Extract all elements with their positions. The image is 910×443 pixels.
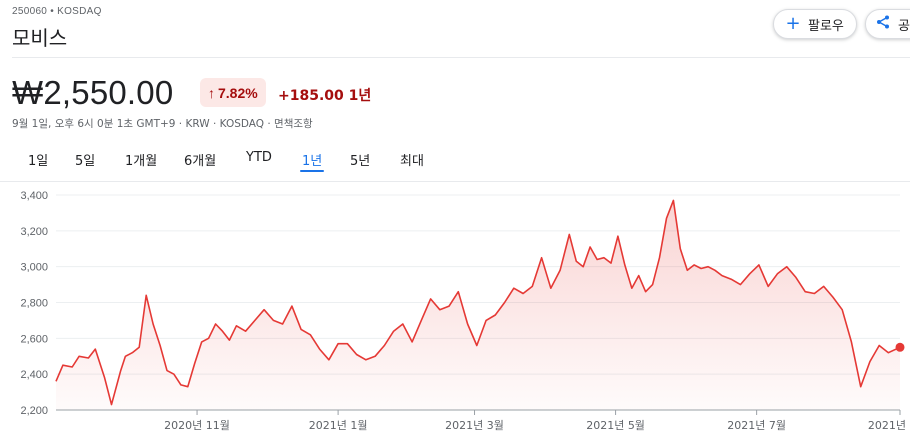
x-tick-label: 2021년 7월 [727, 419, 786, 432]
range-tab-max[interactable]: 최대 [400, 150, 424, 169]
y-tick-label: 3,400 [20, 190, 48, 202]
y-tick-label: 2,400 [20, 369, 48, 381]
current-price: ₩2,550.00 [12, 74, 174, 111]
stock-name: 모비스 [12, 26, 68, 50]
share-label: 공유 [898, 18, 910, 34]
y-tick-label: 2,200 [20, 405, 48, 417]
current-price-dot [895, 342, 905, 352]
price-chart[interactable]: 3,400 3,200 3,000 2,800 2,600 2,400 2,200 2020… [0, 182, 910, 443]
y-tick-label: 3,000 [20, 262, 48, 274]
x-tick-label: 2021년 5월 [586, 419, 645, 432]
x-tick-label: 2021년 1월 [309, 419, 368, 432]
share-icon [874, 14, 892, 34]
x-tick-label: 2021년 [868, 419, 906, 432]
range-tab-1y[interactable]: 1년 [299, 150, 325, 172]
x-tick-label: 2020년 11월 [164, 419, 230, 432]
share-button[interactable]: 공유 [865, 9, 910, 39]
y-tick-label: 2,600 [20, 333, 48, 345]
range-tab-5d[interactable]: 5일 [75, 150, 95, 169]
change-percent-badge: ↑ 7.82% [200, 78, 266, 107]
x-tick-label: 2021년 3월 [445, 419, 504, 432]
range-tab-6m[interactable]: 6개월 [184, 150, 216, 169]
follow-button[interactable]: + 팔로우 [773, 9, 857, 39]
range-tab-5y[interactable]: 5년 [350, 150, 370, 169]
plus-icon: + [785, 13, 801, 34]
range-tab-1m[interactable]: 1개월 [125, 150, 157, 169]
follow-label: 팔로우 [808, 18, 844, 34]
range-tab-1d[interactable]: 1일 [28, 150, 48, 169]
ticker-label: 250060 • KOSDAQ [12, 6, 102, 17]
price-area [56, 200, 900, 410]
header-divider [12, 57, 910, 58]
quote-meta: 9월 1일, 오후 6시 0분 1초 GMT+9 · KRW · KOSDAQ … [12, 118, 313, 130]
y-tick-label: 3,200 [20, 226, 48, 238]
arrow-up-icon: ↑ [208, 84, 215, 101]
change-percent: 7.82% [218, 84, 258, 101]
y-tick-label: 2,800 [20, 298, 48, 310]
change-absolute: +185.00 1년 [278, 88, 372, 104]
range-tab-ytd[interactable]: YTD [246, 150, 272, 165]
